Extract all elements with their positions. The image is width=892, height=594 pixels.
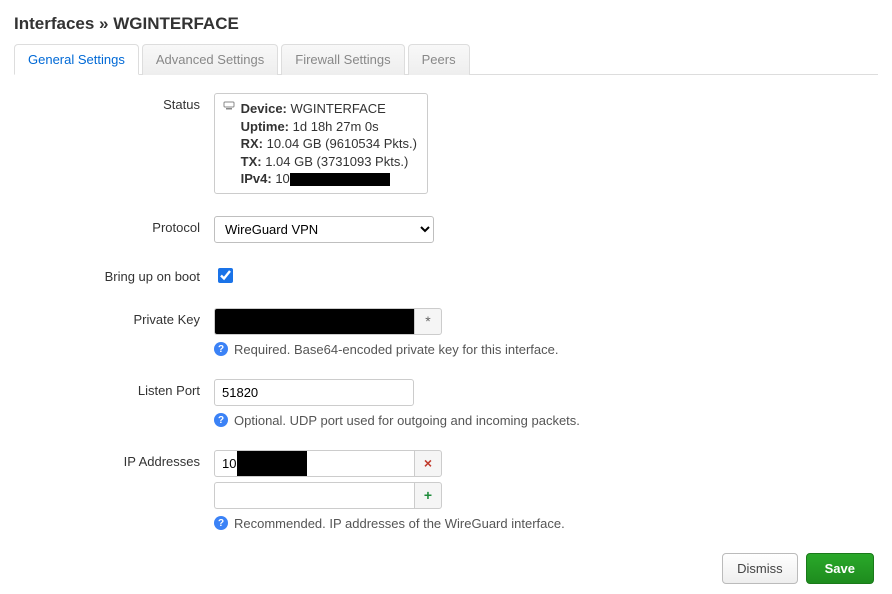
status-rx-label: RX: [241, 136, 263, 151]
protocol-select[interactable]: WireGuard VPN [214, 216, 434, 243]
tab-peers[interactable]: Peers [408, 44, 470, 75]
listen-port-label: Listen Port [14, 379, 214, 398]
ip-addresses-help: Recommended. IP addresses of the WireGua… [234, 516, 565, 531]
boot-checkbox[interactable] [218, 268, 233, 283]
private-key-input[interactable] [214, 308, 414, 335]
ip-addresses-label: IP Addresses [14, 450, 214, 469]
status-uptime-label: Uptime: [241, 119, 289, 134]
tab-advanced-settings[interactable]: Advanced Settings [142, 44, 278, 75]
tabs: General Settings Advanced Settings Firew… [14, 44, 878, 75]
listen-port-input[interactable] [214, 379, 414, 406]
status-box: Device: WGINTERFACE Uptime: 1d 18h 27m 0… [214, 93, 428, 194]
device-icon [223, 100, 237, 117]
save-button[interactable]: Save [806, 553, 874, 584]
status-tx-value: 1.04 GB (3731093 Pkts.) [265, 154, 408, 169]
protocol-label: Protocol [14, 216, 214, 235]
remove-ip-button[interactable]: × [414, 450, 442, 477]
status-tx-label: TX: [241, 154, 262, 169]
status-ipv4-label: IPv4: [241, 171, 272, 186]
private-key-help: Required. Base64-encoded private key for… [234, 342, 558, 357]
status-label: Status [14, 93, 214, 112]
help-icon: ? [214, 413, 228, 427]
tab-general-settings[interactable]: General Settings [14, 44, 139, 75]
add-ip-button[interactable]: + [414, 482, 442, 509]
status-rx-value: 10.04 GB (9610534 Pkts.) [267, 136, 417, 151]
status-device-label: Device: [241, 101, 287, 116]
ip-address-input-empty[interactable] [214, 482, 414, 509]
listen-port-help: Optional. UDP port used for outgoing and… [234, 413, 580, 428]
redacted-ipv4 [290, 173, 390, 186]
status-uptime-value: 1d 18h 27m 0s [293, 119, 379, 134]
page-title: Interfaces » WGINTERFACE [14, 14, 878, 34]
help-icon: ? [214, 342, 228, 356]
boot-label: Bring up on boot [14, 265, 214, 284]
reveal-key-button[interactable]: * [414, 308, 442, 335]
help-icon: ? [214, 516, 228, 530]
status-ipv4-value: 10 [275, 171, 289, 186]
ip-address-input[interactable] [214, 450, 414, 477]
status-device-value: WGINTERFACE [291, 101, 386, 116]
tab-firewall-settings[interactable]: Firewall Settings [281, 44, 404, 75]
private-key-label: Private Key [14, 308, 214, 327]
dismiss-button[interactable]: Dismiss [722, 553, 798, 584]
